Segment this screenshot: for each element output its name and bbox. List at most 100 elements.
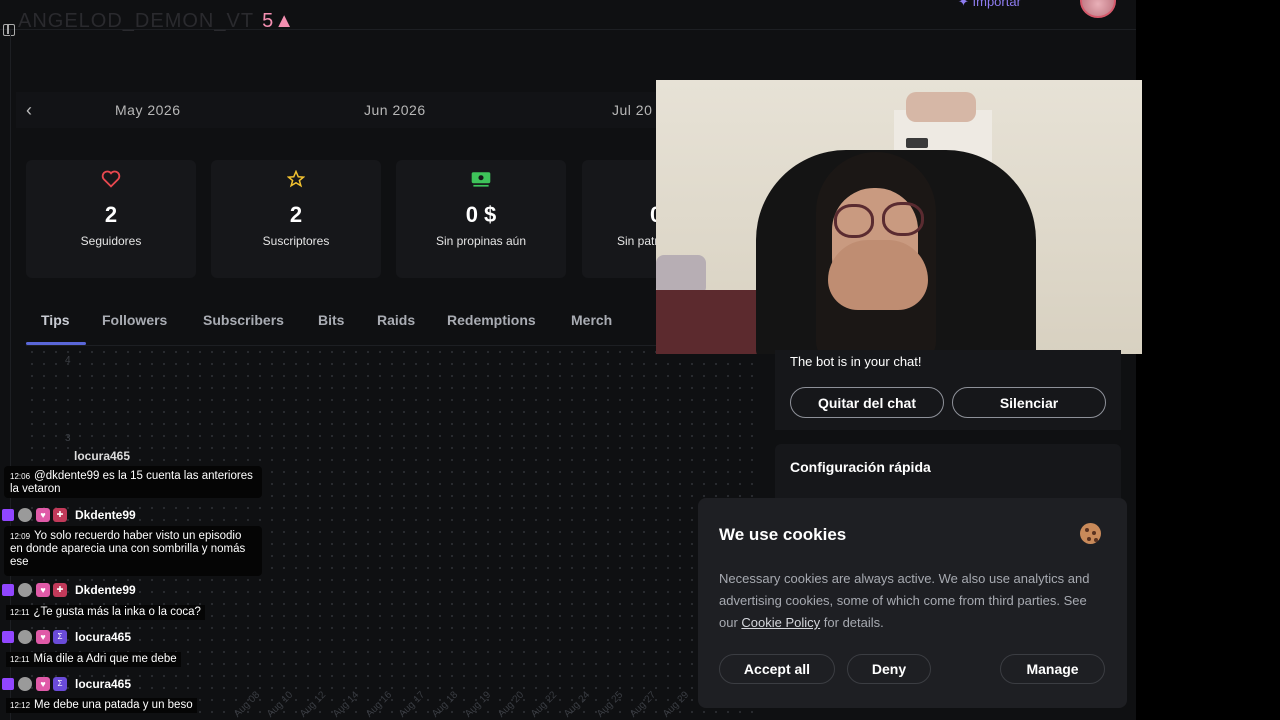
chat-time: 12:12 bbox=[10, 701, 31, 710]
webcam-glasses bbox=[882, 202, 924, 236]
webcam-overlay bbox=[656, 80, 1142, 354]
mod-badge-icon: ✚ bbox=[53, 583, 67, 597]
accept-all-button[interactable]: Accept all bbox=[719, 654, 835, 684]
patrons-label: Sin patr bbox=[617, 234, 659, 248]
subscribers-label: Suscriptores bbox=[262, 234, 330, 248]
chat-message: 12:06 @dkdente99 es la 15 cuenta las ante… bbox=[10, 470, 255, 496]
stat-card-followers: 2 Seguidores bbox=[26, 160, 196, 278]
webcam-person-hand bbox=[828, 240, 928, 310]
month-jun[interactable]: Jun 2026 bbox=[364, 102, 426, 118]
y-tick: 3 bbox=[65, 433, 71, 444]
heart-icon bbox=[26, 170, 196, 192]
tab-bits[interactable]: Bits bbox=[318, 312, 344, 328]
cookie-icon bbox=[1080, 523, 1101, 544]
avatar-badge-icon bbox=[18, 583, 32, 597]
chevron-left-icon[interactable]: ‹ bbox=[26, 100, 32, 121]
tab-tips[interactable]: Tips bbox=[41, 312, 70, 328]
channel-name: ANGELOD_DEMON_VT 5▲ bbox=[18, 10, 295, 33]
chat-message: 12:09 Yo solo recuerdo haber visto un epi… bbox=[10, 530, 255, 569]
import-label: Importar bbox=[972, 0, 1021, 9]
avatar-badge-icon bbox=[18, 508, 32, 522]
tab-redemptions[interactable]: Redemptions bbox=[447, 312, 536, 328]
heart-badge-icon: ♥ bbox=[36, 677, 50, 691]
mute-bot-button[interactable]: Silenciar bbox=[952, 387, 1106, 418]
stream-chat-overlay: locura465 12:06 @dkdente99 es la 15 cuent… bbox=[0, 448, 262, 720]
manage-button[interactable]: Manage bbox=[1000, 654, 1105, 684]
followers-count: 2 bbox=[104, 202, 118, 227]
month-may[interactable]: May 2026 bbox=[115, 102, 180, 118]
tab-subscribers[interactable]: Subscribers bbox=[203, 312, 284, 328]
channel-badge: 5▲ bbox=[262, 10, 295, 32]
heart-badge-icon: ♥ bbox=[36, 630, 50, 644]
sidebar-toggle-icon[interactable] bbox=[3, 24, 15, 36]
twitch-icon bbox=[2, 678, 14, 690]
twitch-icon bbox=[2, 631, 14, 643]
tab-followers[interactable]: Followers bbox=[102, 312, 167, 328]
chat-username: Dkdente99 bbox=[75, 508, 136, 522]
tab-merch[interactable]: Merch bbox=[571, 312, 612, 328]
cookie-policy-link[interactable]: Cookie Policy bbox=[741, 615, 820, 630]
chat-username: Dkdente99 bbox=[75, 583, 136, 597]
followers-label: Seguidores bbox=[80, 234, 142, 248]
chat-user-row: ♥ ✚ Dkdente99 bbox=[2, 582, 136, 598]
webcam-bed bbox=[656, 290, 766, 354]
chat-user-row: ♥ Σ locura465 bbox=[2, 676, 131, 692]
stat-card-tips: 0 $ Sin propinas aún bbox=[396, 160, 566, 278]
tips-label: Sin propinas aún bbox=[435, 234, 527, 248]
avatar-badge-icon bbox=[18, 630, 32, 644]
stat-card-patrons: 0 Sin patr bbox=[582, 160, 662, 278]
y-tick: 4 bbox=[65, 355, 71, 366]
chat-username: locura465 bbox=[75, 630, 132, 644]
chat-user-row: ♥ ✚ Dkdente99 bbox=[2, 507, 136, 523]
deny-button[interactable]: Deny bbox=[847, 654, 931, 684]
heart-badge-icon: ♥ bbox=[36, 583, 50, 597]
heart-badge-icon: ♥ bbox=[36, 508, 50, 522]
sub-badge-icon: Σ bbox=[53, 677, 67, 691]
patron-icon bbox=[582, 170, 662, 192]
chat-text: Yo solo recuerdo haber visto un episodio… bbox=[10, 530, 246, 568]
webcam-sign bbox=[906, 138, 928, 148]
user-avatar[interactable] bbox=[1080, 0, 1116, 18]
star-icon bbox=[211, 169, 381, 192]
chat-time: 12:06 bbox=[10, 472, 31, 481]
cookie-title: We use cookies bbox=[719, 525, 847, 544]
chat-text: Me debe una patada y un beso bbox=[34, 699, 193, 711]
subscribers-count: 2 bbox=[289, 202, 303, 227]
money-icon bbox=[396, 170, 566, 192]
chat-time: 12:09 bbox=[10, 532, 31, 541]
bot-status-text: The bot is in your chat! bbox=[790, 354, 922, 369]
cookie-text-after: for details. bbox=[820, 615, 884, 630]
channel-badge-count: 5 bbox=[262, 10, 275, 32]
patrons-count: 0 bbox=[582, 202, 662, 228]
cookie-description: Necessary cookies are always active. We … bbox=[719, 568, 1109, 634]
tips-amount: 0 $ bbox=[465, 202, 497, 227]
tab-raids[interactable]: Raids bbox=[377, 312, 415, 328]
webcam-figurines bbox=[906, 92, 976, 122]
twitch-icon bbox=[2, 584, 14, 596]
import-button[interactable]: ✦ Importar bbox=[958, 0, 1021, 10]
top-bar: ANGELOD_DEMON_VT 5▲ ✦ Importar bbox=[0, 0, 1136, 33]
webcam-glasses bbox=[834, 204, 874, 238]
mod-badge-icon: ✚ bbox=[53, 508, 67, 522]
chat-message: 12:12 Me debe una patada y un beso bbox=[6, 698, 197, 713]
chat-message: 12:11 ¿Te gusta más la inka o la coca? bbox=[6, 605, 205, 620]
webcam-pillow bbox=[656, 255, 706, 295]
chat-text: Mía dile a Adri que me debe bbox=[33, 653, 177, 665]
chat-time: 12:11 bbox=[10, 608, 30, 617]
chat-user-row: ♥ Σ locura465 bbox=[2, 629, 131, 645]
quick-config-title[interactable]: Configuración rápida bbox=[790, 459, 931, 475]
remove-bot-button[interactable]: Quitar del chat bbox=[790, 387, 944, 418]
chat-text: @dkdente99 es la 15 cuenta las anteriore… bbox=[10, 470, 253, 495]
chat-username: locura465 bbox=[75, 677, 132, 691]
channel-name-text: ANGELOD_DEMON_VT bbox=[18, 10, 255, 32]
stat-card-subscribers: 2 Suscriptores bbox=[211, 160, 381, 278]
avatar-badge-icon bbox=[18, 677, 32, 691]
chat-username: locura465 bbox=[74, 449, 131, 463]
chat-time: 12:11 bbox=[10, 655, 30, 664]
sub-badge-icon: Σ bbox=[53, 630, 67, 644]
chat-username-top: locura465 bbox=[70, 448, 130, 464]
active-tab-indicator bbox=[26, 342, 86, 345]
right-dark-strip bbox=[1136, 0, 1280, 720]
twitch-icon bbox=[2, 509, 14, 521]
month-jul[interactable]: Jul 20 bbox=[612, 102, 652, 118]
